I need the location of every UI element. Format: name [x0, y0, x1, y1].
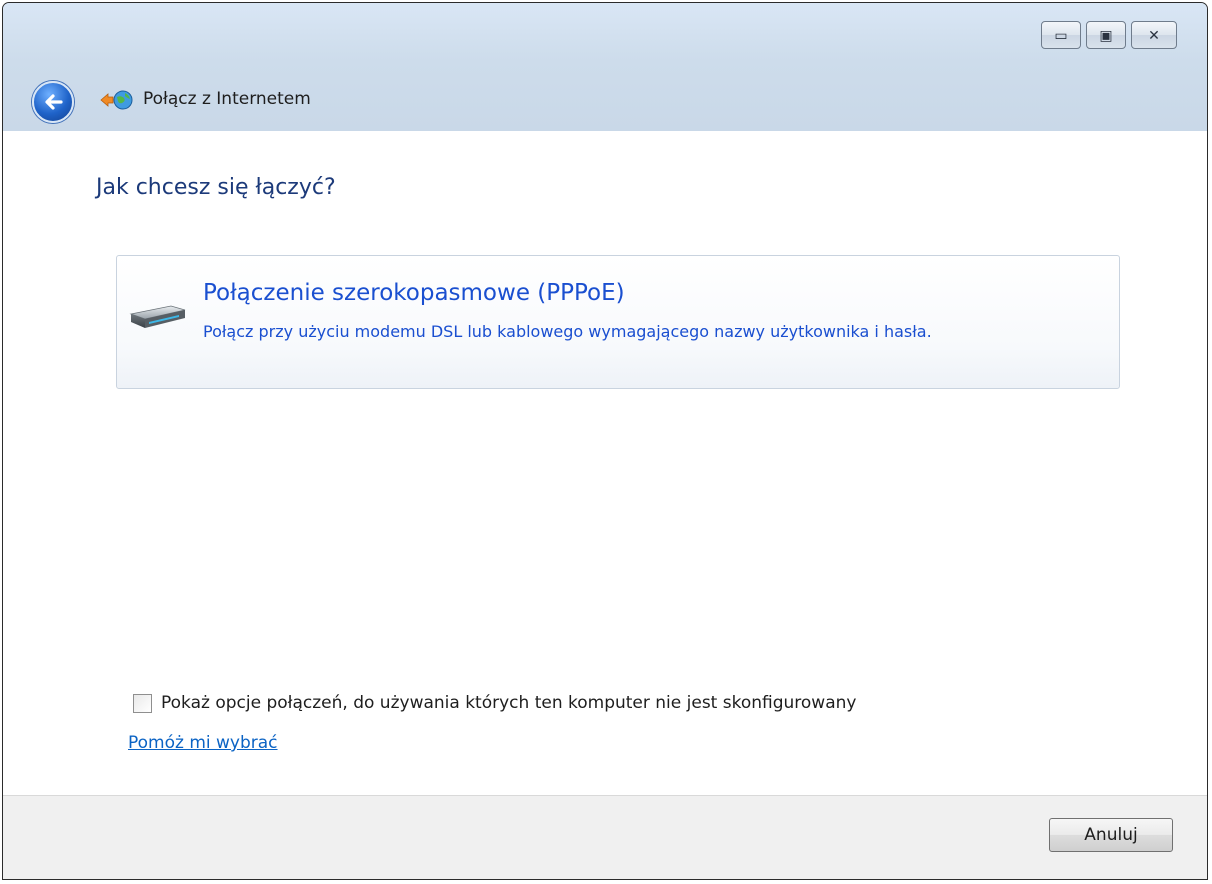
back-button[interactable] — [32, 81, 74, 123]
window-title: Połącz z Internetem — [143, 89, 311, 109]
show-options-label[interactable]: Pokaż opcje połączeń, do używania któryc… — [161, 693, 856, 713]
help-me-choose-link[interactable]: Pomóż mi wybrać — [128, 733, 278, 753]
title-bar: ▭ ▣ ✕ Połącz z Internetem — [3, 3, 1207, 132]
broadband-pppoe-option[interactable]: Połączenie szerokopasmowe (PPPoE) Połącz… — [116, 255, 1120, 389]
caption-buttons: ▭ ▣ ✕ — [1041, 21, 1177, 49]
network-globe-icon — [100, 90, 133, 110]
option-title: Połączenie szerokopasmowe (PPPoE) — [203, 280, 625, 306]
show-options-row: Pokaż opcje połączeń, do używania któryc… — [133, 693, 856, 713]
page-heading: Jak chcesz się łączyć? — [96, 175, 336, 200]
option-description: Połącz przy użyciu modemu DSL lub kablow… — [203, 322, 932, 341]
content-area: Jak chcesz się łączyć? Połączenie szerok… — [3, 131, 1207, 795]
maximize-button[interactable]: ▣ — [1086, 21, 1126, 49]
back-arrow-icon — [45, 94, 63, 110]
cancel-button[interactable]: Anuluj — [1049, 818, 1173, 852]
close-button[interactable]: ✕ — [1131, 21, 1177, 49]
show-options-checkbox[interactable] — [133, 693, 152, 713]
minimize-button[interactable]: ▭ — [1041, 21, 1081, 49]
footer-bar: Anuluj — [3, 795, 1207, 879]
modem-icon — [129, 305, 186, 328]
wizard-window: ▭ ▣ ✕ Połącz z Internetem Jak chcesz się… — [2, 2, 1208, 880]
